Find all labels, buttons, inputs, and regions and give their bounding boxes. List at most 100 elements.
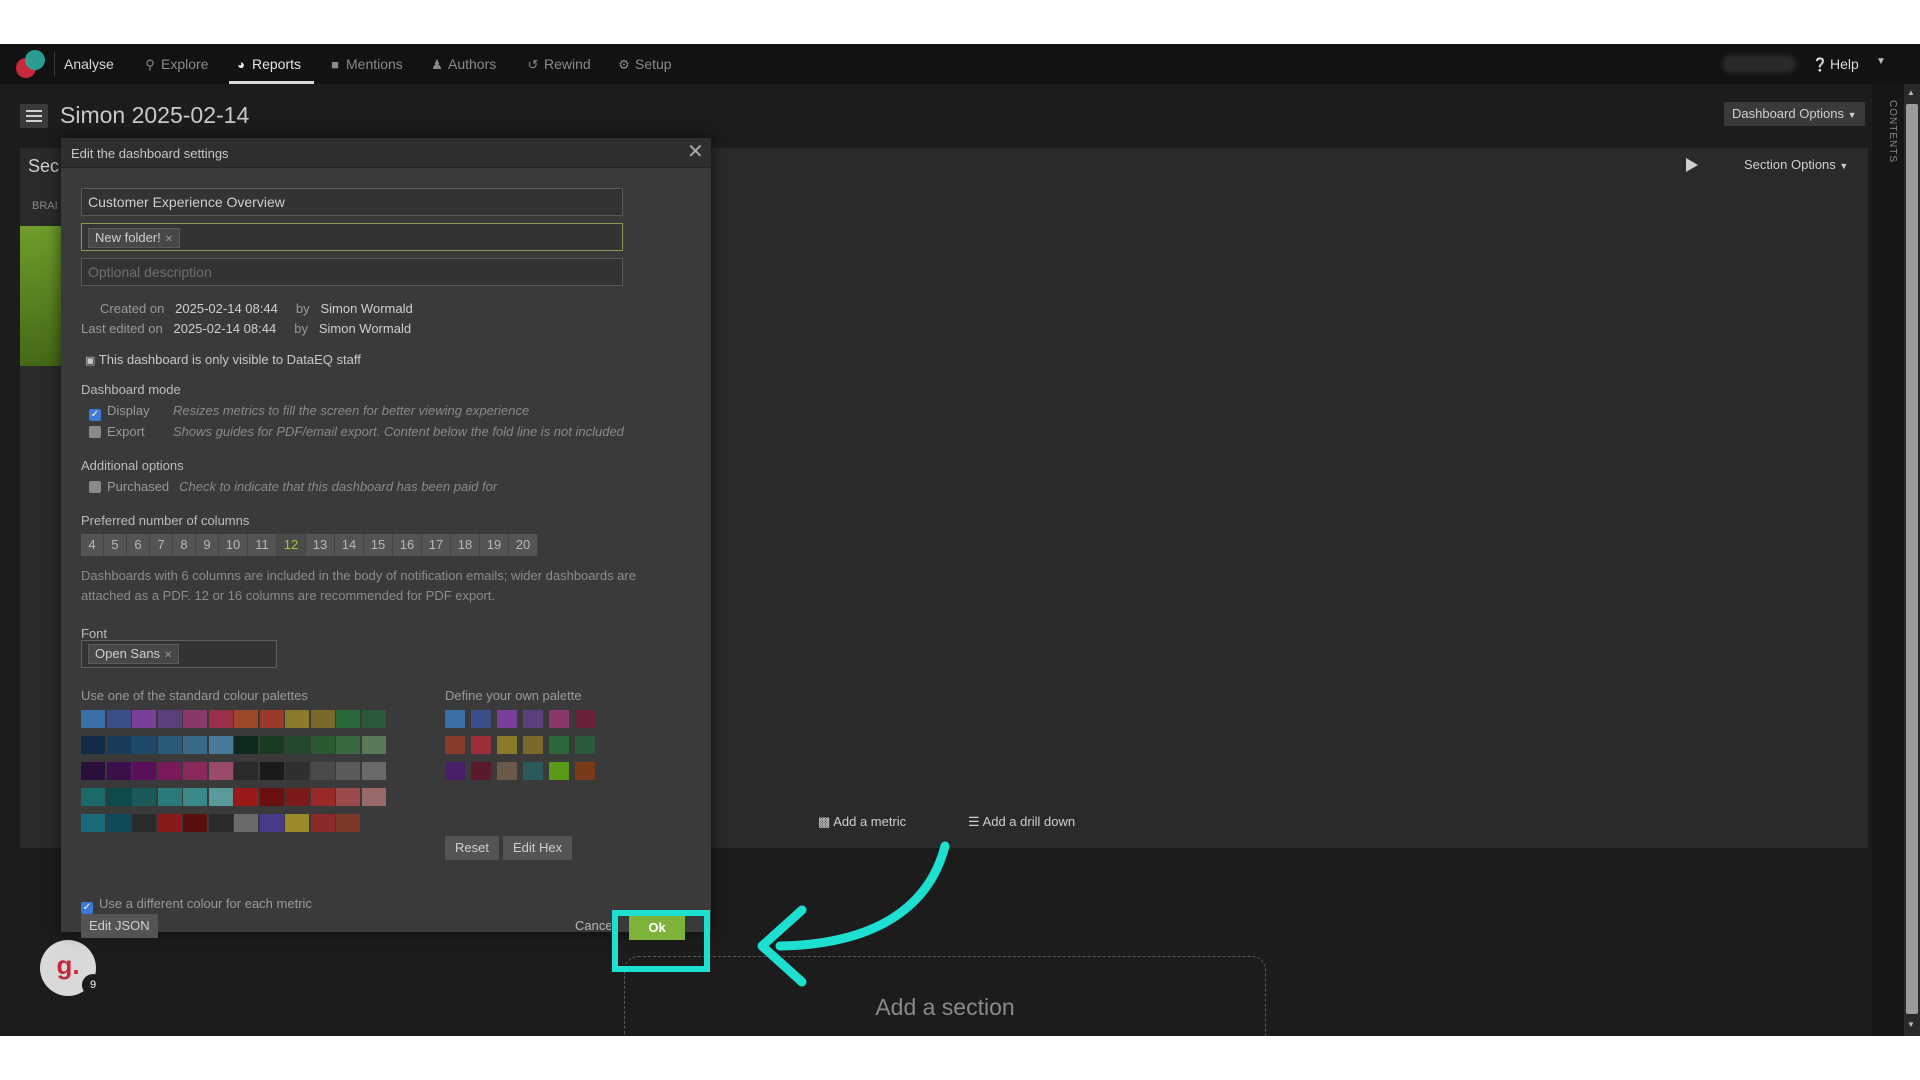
folder-tag[interactable]: New folder! ✕ <box>88 228 181 248</box>
section-options-button[interactable]: Section Options ▼ <box>1744 157 1848 172</box>
palette-swatch[interactable] <box>310 736 335 754</box>
palette-swatch[interactable] <box>336 710 360 728</box>
palette-swatch[interactable] <box>208 762 233 780</box>
custom-palette-swatch[interactable] <box>575 710 595 728</box>
palette-swatch[interactable] <box>208 814 233 832</box>
column-option[interactable]: 14 <box>335 534 364 556</box>
palette-swatch[interactable] <box>361 736 386 754</box>
palette-swatch[interactable] <box>234 762 258 780</box>
custom-palette-swatch[interactable] <box>445 710 465 728</box>
palette-swatch[interactable] <box>336 762 360 780</box>
column-option[interactable]: 13 <box>306 534 335 556</box>
display-mode-option[interactable]: ✓ Display Resizes metrics to fill the scre… <box>89 403 529 421</box>
contents-rail[interactable] <box>1872 84 1904 1036</box>
column-option[interactable]: 7 <box>150 534 173 556</box>
reset-palette-button[interactable]: Reset <box>445 836 499 860</box>
description-input[interactable]: Optional description <box>81 258 623 286</box>
column-option[interactable]: 20 <box>509 534 538 556</box>
dashboard-name-input[interactable]: Customer Experience Overview <box>81 188 623 216</box>
palette-swatch[interactable] <box>285 814 309 832</box>
palette-swatch[interactable] <box>285 710 309 728</box>
palette-swatch[interactable] <box>234 710 258 728</box>
palette-swatch[interactable] <box>157 788 182 806</box>
palette-swatch[interactable] <box>234 814 258 832</box>
palette-swatch[interactable] <box>157 762 182 780</box>
page-scrollbar[interactable]: ▲ ▼ <box>1904 84 1920 1036</box>
nav-setup[interactable]: ⚙ Setup <box>617 56 671 76</box>
play-icon[interactable] <box>1686 158 1698 172</box>
palette-swatch[interactable] <box>361 710 386 728</box>
custom-palette-swatch[interactable] <box>471 736 491 754</box>
nav-authors[interactable]: ♟ Authors <box>430 56 496 76</box>
column-option[interactable]: 9 <box>196 534 219 556</box>
close-icon[interactable]: ✕ <box>687 142 704 162</box>
nav-help[interactable]: ❔ Help <box>1812 56 1859 76</box>
scrollbar-thumb[interactable] <box>1906 104 1918 1014</box>
edit-json-button[interactable]: Edit JSON <box>81 914 158 938</box>
custom-palette-swatch[interactable] <box>523 710 543 728</box>
column-option[interactable]: 11 <box>248 534 277 556</box>
palette-swatch[interactable] <box>81 736 105 754</box>
cancel-button[interactable]: Cancel <box>575 918 611 933</box>
custom-palette-swatch[interactable] <box>523 736 543 754</box>
column-option[interactable]: 18 <box>451 534 480 556</box>
palette-swatch[interactable] <box>208 736 233 754</box>
palette-swatch[interactable] <box>132 762 156 780</box>
palette-swatch[interactable] <box>183 762 207 780</box>
palette-swatch[interactable] <box>361 762 386 780</box>
nav-rewind[interactable]: ↺ Rewind <box>526 56 591 76</box>
custom-palette-swatch[interactable] <box>523 762 543 780</box>
menu-icon[interactable] <box>20 104 48 128</box>
folder-input[interactable]: New folder! ✕ <box>81 223 623 251</box>
edit-hex-button[interactable]: Edit Hex <box>503 836 573 860</box>
column-option[interactable]: 17 <box>422 534 451 556</box>
nav-mentions[interactable]: ■ Mentions <box>328 56 403 76</box>
custom-palette-swatch[interactable] <box>575 736 595 754</box>
palette-swatch[interactable] <box>183 710 207 728</box>
display-checkbox[interactable]: ✓ <box>89 409 101 421</box>
column-option[interactable]: 6 <box>127 534 150 556</box>
palette-swatch[interactable] <box>106 736 131 754</box>
palette-swatch[interactable] <box>285 788 309 806</box>
custom-palette-swatch[interactable] <box>575 762 595 780</box>
palette-swatch[interactable] <box>336 736 360 754</box>
dataeq-logo[interactable] <box>16 50 46 80</box>
column-option[interactable]: 4 <box>81 534 104 556</box>
dashboard-options-button[interactable]: Dashboard Options ▼ <box>1724 102 1865 126</box>
palette-swatch[interactable] <box>285 736 309 754</box>
add-section-button[interactable]: Add a section <box>624 956 1266 1036</box>
palette-swatch[interactable] <box>81 762 105 780</box>
palette-swatch[interactable] <box>234 736 258 754</box>
palette-swatch[interactable] <box>81 788 105 806</box>
custom-palette-swatch[interactable] <box>445 762 465 780</box>
nav-analyse[interactable]: Analyse <box>64 56 114 76</box>
nav-explore[interactable]: ⚲ Explore <box>143 56 208 76</box>
export-mode-option[interactable]: Export Shows guides for PDF/email export.… <box>89 424 624 439</box>
palette-swatch[interactable] <box>81 814 105 832</box>
remove-tag-icon[interactable]: ✕ <box>165 234 173 245</box>
section-title[interactable]: Sec <box>28 156 59 177</box>
column-option[interactable]: 12 <box>277 534 306 556</box>
palette-swatch[interactable] <box>259 788 284 806</box>
palette-swatch[interactable] <box>208 788 233 806</box>
font-input[interactable]: Open Sans ✕ <box>81 640 277 668</box>
palette-swatch[interactable] <box>259 814 284 832</box>
different-colour-checkbox[interactable]: ✓ <box>81 902 93 914</box>
palette-swatch[interactable] <box>183 788 207 806</box>
scroll-up-icon[interactable]: ▲ <box>1907 88 1915 97</box>
palette-swatch[interactable] <box>132 788 156 806</box>
palette-swatch[interactable] <box>132 710 156 728</box>
custom-palette-swatch[interactable] <box>549 710 569 728</box>
palette-swatch[interactable] <box>310 710 335 728</box>
palette-swatch[interactable] <box>310 788 335 806</box>
palette-swatch[interactable] <box>157 710 182 728</box>
custom-palette-swatch[interactable] <box>497 762 517 780</box>
palette-swatch[interactable] <box>157 814 182 832</box>
contents-label[interactable]: CONTENTS <box>1878 100 1898 180</box>
column-option[interactable]: 10 <box>219 534 248 556</box>
palette-swatch[interactable] <box>310 814 335 832</box>
nav-reports[interactable]: ◕ Reports <box>234 56 301 76</box>
ok-button[interactable]: Ok <box>629 916 685 940</box>
palette-swatch[interactable] <box>132 814 156 832</box>
column-option[interactable]: 19 <box>480 534 509 556</box>
